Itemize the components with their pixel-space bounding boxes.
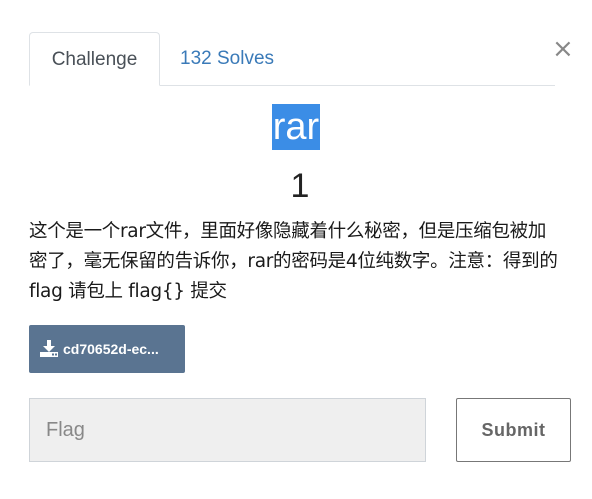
- challenge-description: 这个是一个rar文件，里面好像隐藏着什么秘密，但是压缩包被加密了，毫无保留的告诉…: [29, 221, 558, 302]
- challenge-modal: × Challenge 132 Solves rar 1 这个是一个rar文件，…: [0, 0, 592, 499]
- challenge-title-wrap: rar: [0, 104, 592, 150]
- flag-input[interactable]: [29, 398, 426, 462]
- tab-challenge[interactable]: Challenge: [29, 32, 160, 86]
- challenge-name: rar: [271, 104, 321, 150]
- file-download-button[interactable]: cd70652d-ec...: [29, 325, 185, 373]
- download-icon: [40, 340, 58, 357]
- close-icon[interactable]: ×: [552, 36, 574, 62]
- challenge-tabs: Challenge 132 Solves: [29, 32, 555, 86]
- tab-solves[interactable]: 132 Solves: [180, 32, 274, 84]
- submit-button[interactable]: Submit: [456, 398, 571, 462]
- challenge-value: 1: [290, 167, 310, 205]
- file-name-label: cd70652d-ec...: [63, 341, 159, 357]
